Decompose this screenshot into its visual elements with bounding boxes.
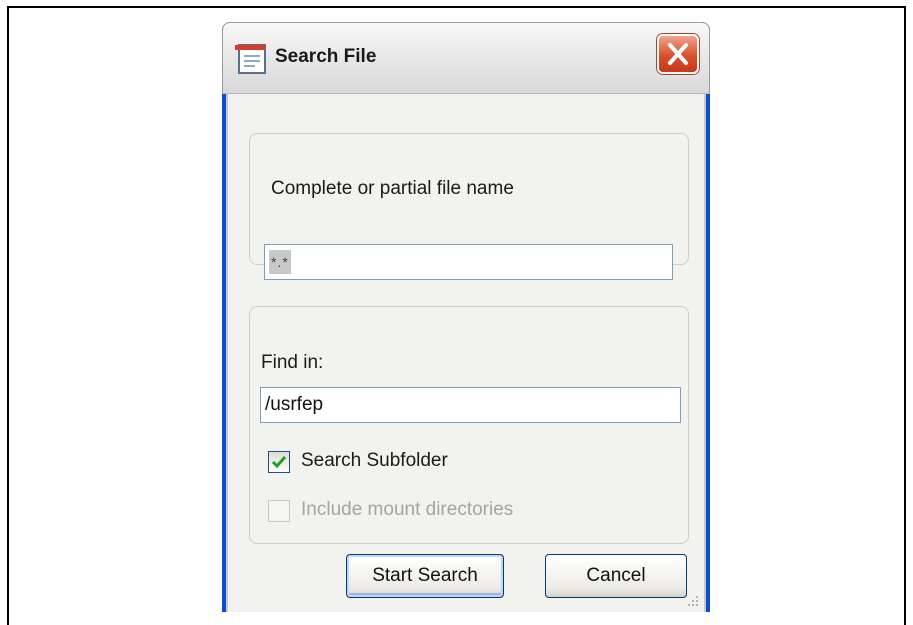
close-button[interactable] — [657, 34, 699, 74]
resize-grip-icon[interactable] — [686, 594, 700, 608]
start-search-button[interactable]: Start Search — [346, 554, 504, 598]
file-name-value: *.* — [269, 250, 291, 274]
cancel-button[interactable]: Cancel — [545, 554, 687, 598]
file-name-label: Complete or partial file name — [271, 178, 514, 199]
search-subfolder-label: Search Subfolder — [301, 450, 448, 471]
close-icon — [668, 43, 688, 65]
file-name-group: Complete or partial file name *.* — [249, 133, 689, 280]
find-in-value: /usrfep — [265, 394, 324, 415]
checkmark-icon — [271, 456, 287, 469]
find-in-group: Find in: /usrfep Search Subfolder Includ… — [249, 306, 689, 544]
include-mount-label: Include mount directories — [301, 499, 514, 520]
search-subfolder-checkbox[interactable] — [268, 451, 290, 473]
file-name-input[interactable]: *.* — [264, 244, 673, 280]
find-in-input[interactable]: /usrfep — [260, 387, 681, 423]
dialog-body: Complete or partial file name *.* Find i… — [226, 94, 706, 612]
find-in-label: Find in: — [261, 352, 324, 373]
document-window-icon — [235, 41, 269, 77]
window-title: Search File — [275, 46, 377, 67]
include-mount-checkbox[interactable] — [268, 500, 290, 522]
title-bar[interactable]: Search File — [222, 22, 710, 94]
search-file-dialog: Search File Complete or partial file nam… — [222, 22, 710, 612]
